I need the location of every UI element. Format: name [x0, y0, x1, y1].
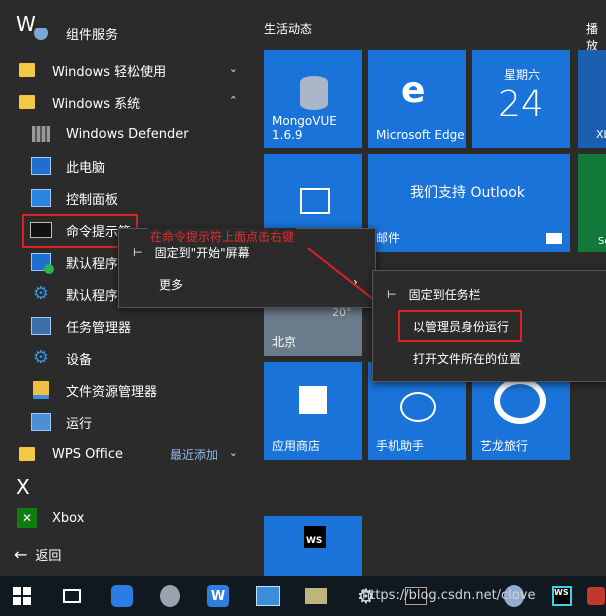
chevron-down-icon: ⌄: [228, 62, 238, 75]
folder-icon: [30, 379, 52, 401]
menu-item-open-file-location[interactable]: 打开文件所在的位置: [413, 343, 521, 373]
store-bag-icon: [299, 386, 327, 414]
tile-mail[interactable]: 我们支持 Outlook 邮件: [368, 154, 570, 252]
annotation-text: 在命令提示符上面点击右键: [148, 228, 297, 245]
gear-icon: ⚙: [32, 283, 50, 304]
back-button[interactable]: ← 返回: [14, 540, 244, 568]
picture-icon: [300, 188, 330, 214]
tile-mongovue[interactable]: MongoVUE 1.6.9: [264, 50, 362, 148]
taskbar-app-envelope[interactable]: [302, 582, 330, 610]
tile-calendar[interactable]: 星期六 24: [472, 50, 570, 148]
tile-solitaire-partial[interactable]: So: [578, 154, 606, 252]
group-windows-system[interactable]: Windows 系统 ⌃: [16, 88, 246, 116]
taskbar-app-control-panel[interactable]: [254, 582, 282, 610]
app-icon: [587, 587, 605, 605]
list-item-devices[interactable]: ⚙ 设备: [16, 344, 246, 372]
menu-item-pin-to-taskbar[interactable]: ⊢ 固定到任务栏: [387, 279, 481, 309]
group-wps-office[interactable]: WPS Office 最近添加 ⌄: [16, 440, 246, 468]
windows-defender-icon: [30, 123, 52, 145]
notes-app-icon: [111, 585, 133, 607]
tile-xbox-partial[interactable]: Xb: [578, 50, 606, 148]
database-icon: [300, 76, 328, 110]
start-button[interactable]: [8, 582, 36, 610]
taskbar-app-notes[interactable]: [108, 582, 136, 610]
list-item-this-pc[interactable]: 此电脑: [16, 152, 246, 180]
back-arrow-icon: ←: [14, 544, 28, 564]
calendar-day: 24: [498, 84, 544, 125]
list-item-xbox[interactable]: ✕ Xbox: [16, 504, 246, 532]
component-services-icon: [30, 28, 52, 46]
list-item-task-manager[interactable]: 任务管理器: [16, 312, 246, 340]
taskbar-app-disk[interactable]: [156, 582, 184, 610]
recently-added-badge: 最近添加: [170, 447, 219, 462]
folder-icon: [16, 443, 38, 465]
tile-microsoft-edge[interactable]: e Microsoft Edge: [368, 50, 466, 148]
control-panel-icon: [256, 586, 280, 606]
wps-writer-icon: W: [207, 585, 229, 607]
task-view-icon: [63, 589, 81, 603]
tile-store[interactable]: 应用商店: [264, 362, 362, 460]
run-icon: [30, 411, 52, 433]
phone-icon: [400, 392, 436, 422]
default-programs-icon: [30, 251, 54, 274]
section-title-life: 生活动态: [264, 22, 313, 36]
calendar-weekday: 星期六: [504, 68, 541, 82]
chevron-down-icon: ⌄: [228, 446, 238, 459]
envelope-icon: [305, 588, 327, 604]
section-title-play: 播放: [586, 22, 599, 53]
webstorm-icon: WS: [304, 526, 326, 548]
webstorm-icon: WS: [552, 586, 572, 606]
watermark-text: https://blog.csdn.net/clove: [362, 588, 536, 603]
xbox-icon: ✕: [16, 507, 38, 529]
chevron-up-icon: ⌃: [228, 94, 238, 107]
letter-header-x[interactable]: X: [16, 475, 30, 499]
list-item-file-explorer[interactable]: 文件资源管理器: [16, 376, 246, 404]
tile-webstorm[interactable]: WS: [264, 516, 362, 576]
elong-logo-icon: [494, 378, 546, 424]
list-item-run[interactable]: 运行: [16, 408, 246, 436]
list-item-control-panel[interactable]: 控制面板: [16, 184, 246, 212]
folder-icon: [16, 91, 38, 113]
list-item-windows-defender[interactable]: Windows Defender: [16, 120, 246, 148]
pin-icon: ⊢: [387, 287, 397, 301]
folder-icon: [16, 59, 38, 81]
windows-logo-icon: [13, 587, 31, 605]
task-view-button[interactable]: [58, 582, 86, 610]
mail-icon: [546, 233, 562, 244]
menu-item-more[interactable]: 更多: [159, 269, 183, 299]
disk-app-icon: [160, 585, 180, 607]
list-item-component-services[interactable]: 组件服务: [16, 28, 246, 46]
control-panel-icon: [30, 187, 52, 209]
task-manager-icon: [30, 315, 52, 337]
computer-icon: [30, 155, 52, 177]
highlight-run-as-admin: [398, 310, 522, 342]
taskbar-app-wps[interactable]: W: [204, 582, 232, 610]
taskbar-app-extra[interactable]: [582, 582, 606, 610]
pin-icon: ⊢: [133, 245, 143, 259]
group-windows-ease-of-access[interactable]: Windows 轻松使用 ⌄: [16, 56, 246, 84]
edge-icon: e: [401, 70, 426, 111]
gear-icon: ⚙: [32, 347, 50, 368]
taskbar-app-webstorm[interactable]: WS: [548, 582, 576, 610]
